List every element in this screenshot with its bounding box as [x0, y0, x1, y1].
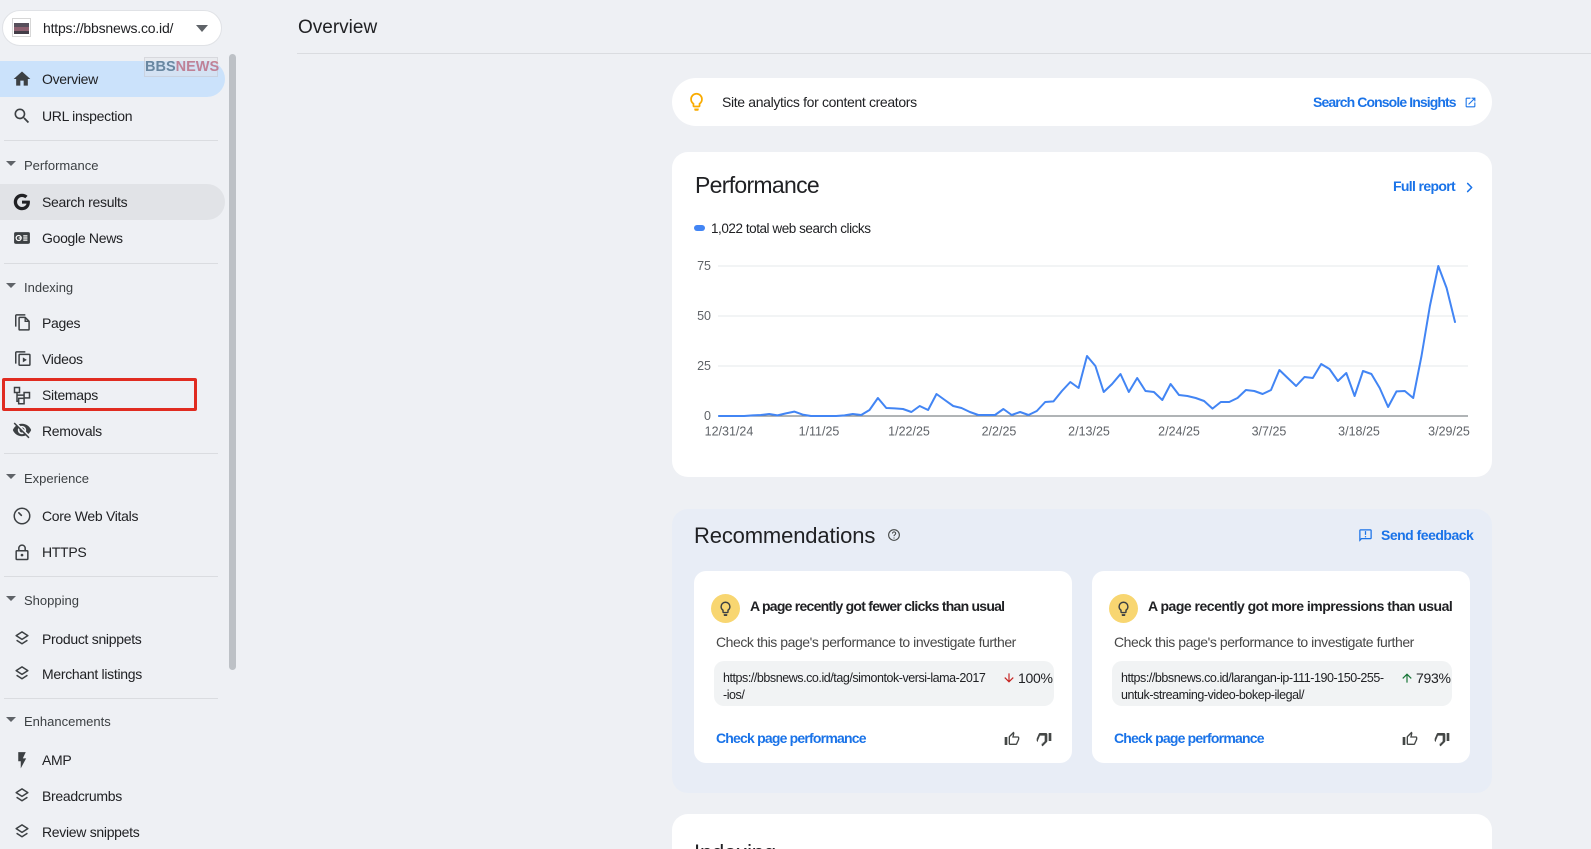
svg-text:25: 25 — [697, 359, 711, 373]
svg-text:50: 50 — [697, 309, 711, 323]
svg-text:2/2/25: 2/2/25 — [982, 425, 1017, 439]
svg-text:2/24/25: 2/24/25 — [1158, 425, 1200, 439]
svg-text:3/7/25: 3/7/25 — [1252, 425, 1287, 439]
svg-text:0: 0 — [704, 409, 711, 423]
svg-text:12/31/24: 12/31/24 — [705, 425, 754, 439]
svg-text:3/29/25: 3/29/25 — [1428, 425, 1470, 439]
svg-text:3/18/25: 3/18/25 — [1338, 425, 1380, 439]
svg-text:2/13/25: 2/13/25 — [1068, 425, 1110, 439]
svg-text:1/22/25: 1/22/25 — [888, 425, 930, 439]
svg-text:1/11/25: 1/11/25 — [799, 425, 840, 439]
svg-text:75: 75 — [697, 259, 711, 273]
